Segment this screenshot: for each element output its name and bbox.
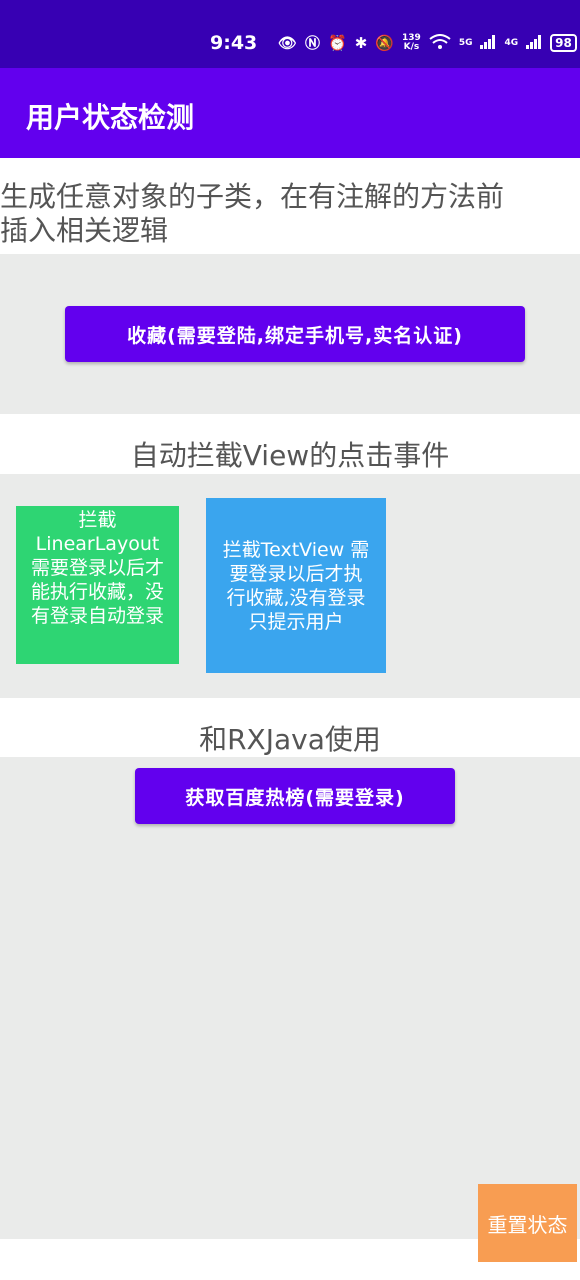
- sim2-type: 4G: [504, 37, 519, 48]
- wifi-icon: [429, 33, 451, 53]
- signal-icon: [480, 34, 496, 52]
- collect-button[interactable]: 收藏(需要登陆,绑定手机号,实名认证): [65, 306, 525, 362]
- linear-layout-box[interactable]: 拦截 LinearLayout 需要登录以后才 能执行收藏，没 有登录自动登录: [16, 506, 179, 664]
- sim1-type: 5G: [458, 37, 473, 48]
- status-bar: 9:43 👁 Ⓝ ⏰ ✱ 🔕 139 K/s 5G 4G 98 ⚡: [0, 0, 580, 68]
- bluetooth-icon: ✱: [354, 33, 368, 52]
- app-bar: 用户状态检测: [0, 68, 580, 158]
- battery-level: 98: [555, 36, 572, 50]
- eye-icon: 👁: [278, 33, 298, 52]
- app-title: 用户状态检测: [26, 101, 195, 134]
- net-speed: 139 K/s: [402, 34, 421, 52]
- rx-panel: [0, 757, 580, 1239]
- fetch-hot-list-button[interactable]: 获取百度热榜(需要登录): [135, 768, 455, 824]
- status-time: 9:43: [210, 32, 258, 54]
- alarm-icon: ⏰: [328, 33, 347, 52]
- mute-icon: 🔕: [375, 33, 395, 52]
- intercept-heading: 自动拦截View的点击事件: [130, 439, 450, 472]
- rx-heading: 和RXJava使用: [199, 723, 381, 756]
- status-icons: 👁 Ⓝ ⏰ ✱ 🔕 139 K/s 5G 4G 98 ⚡: [278, 30, 580, 56]
- battery-icon: 98: [550, 34, 577, 52]
- textview-box[interactable]: 拦截TextView 需 要登录以后才执 行收藏,没有登录 只提示用户: [206, 498, 386, 673]
- intro-text: 生成任意对象的子类，在有注解的方法前 插入相关逻辑: [0, 180, 505, 247]
- nfc-icon: Ⓝ: [305, 33, 321, 52]
- signal-icon: [526, 34, 542, 52]
- reset-state-button[interactable]: 重置状态: [478, 1184, 577, 1262]
- net-speed-unit: K/s: [403, 42, 420, 52]
